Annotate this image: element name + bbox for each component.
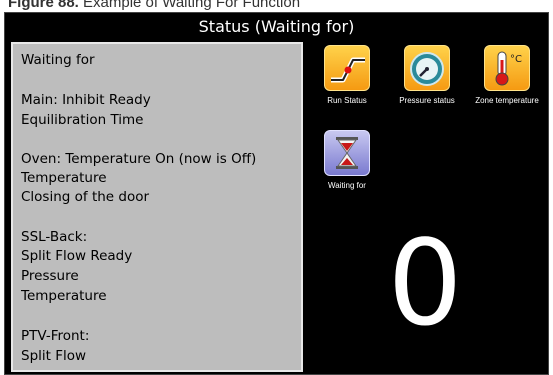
figure-caption-label: Figure 88. [8,0,79,11]
status-line: Closing of the door [21,189,150,205]
pressure-gauge-icon [404,45,450,91]
waiting-for-button[interactable]: Waiting for [309,130,385,191]
pressure-status-label: Pressure status [399,96,455,105]
waiting-for-panel: Waiting for Main: Inhibit Ready Equilibr… [11,42,303,372]
run-status-label: Run Status [327,96,367,105]
run-status-button[interactable]: Run Status [309,45,385,106]
status-line: Split Flow Ready [21,248,133,264]
zone-temperature-label: Zone temperature [475,96,539,105]
status-line: Equilibration Time [21,112,144,128]
status-line: SSL-Back: [21,229,88,245]
status-line: Pressure [21,268,79,284]
status-line: Oven: Temperature On (now is Off) [21,151,257,167]
thermometer-icon: °C [484,45,530,91]
figure-caption: Figure 88. Example of Waiting For Functi… [8,0,300,12]
figure-caption-text: Example of Waiting For Function [78,0,301,11]
status-line: Waiting for [21,52,95,68]
waiting-for-label: Waiting for [328,181,366,190]
status-screen: Status (Waiting for) Waiting for Main: I… [4,12,549,375]
svg-text:°C: °C [510,54,522,65]
pressure-status-button[interactable]: Pressure status [389,45,465,106]
zone-temperature-button[interactable]: °C Zone temperature [469,45,545,106]
status-line: PTV-Front: [21,328,90,344]
status-line: Main: Inhibit Ready [21,92,151,108]
status-line: Temperature [21,288,107,304]
window-title: Status (Waiting for) [198,17,355,36]
status-line: Split Flow [21,348,87,364]
waiting-count: 0 [387,214,463,352]
hourglass-icon [324,130,370,176]
run-status-icon [324,45,370,91]
status-line: Temperature [21,170,107,186]
